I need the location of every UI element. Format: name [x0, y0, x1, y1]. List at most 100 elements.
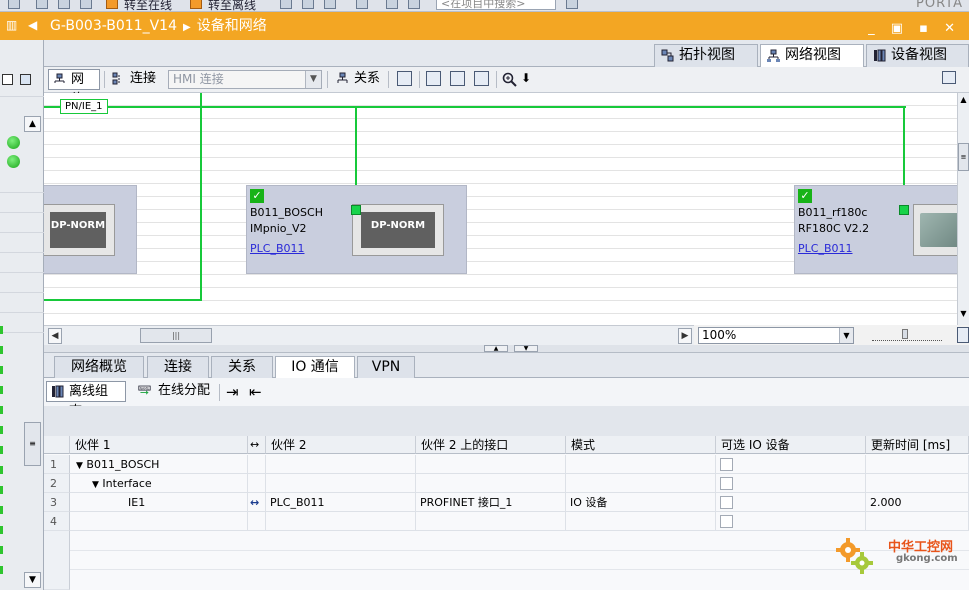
window-controls[interactable]: _ ▣ ▪ ✕: [868, 15, 961, 43]
canvas-horizontal-scrollbar[interactable]: ◀ ||| ▶: [44, 325, 694, 345]
go-offline-icon[interactable]: [190, 0, 202, 9]
tab-relations[interactable]: 关系: [211, 356, 273, 378]
partner2-value[interactable]: [266, 512, 416, 531]
expand-arrow-icon[interactable]: ▼: [76, 461, 83, 471]
chevron-down-icon[interactable]: ▼: [305, 71, 321, 88]
tab-network-view[interactable]: 网络视图: [760, 44, 864, 68]
mode-value[interactable]: [566, 512, 716, 531]
column-view-icon[interactable]: [474, 71, 489, 86]
go-offline-button[interactable]: 转至离线: [208, 0, 256, 11]
tree-scroll-down-icon[interactable]: ▼: [24, 572, 41, 588]
connection-type-select[interactable]: HMI 连接 ▼: [168, 70, 322, 89]
panel-settings-icon[interactable]: [942, 71, 956, 84]
close-project-icon[interactable]: [356, 0, 368, 9]
subnet-label[interactable]: PN/IE_1: [60, 99, 108, 114]
scroll-right-icon[interactable]: ▶: [678, 328, 692, 344]
tab-io-communication[interactable]: IO 通信: [275, 356, 355, 379]
download-arrow-icon[interactable]: ⬇: [521, 71, 531, 85]
collapse-arrow-icon[interactable]: ⇤: [249, 383, 262, 401]
zoom-select[interactable]: 100% ▼: [698, 327, 854, 344]
connect-mode-button[interactable]: 连接: [108, 69, 162, 90]
search-go-icon[interactable]: [566, 0, 578, 9]
interface-value[interactable]: [416, 512, 566, 531]
column-header-update-time[interactable]: 更新时间 [ms]: [866, 436, 969, 454]
table-view-icon[interactable]: [450, 71, 465, 86]
profinet-port[interactable]: [899, 205, 909, 215]
scroll-thumb[interactable]: ≡: [958, 143, 969, 171]
network-canvas[interactable]: PN/IE_1 DP-NORM ✓ B011_BOSCH IMpnio_V2 P…: [44, 93, 957, 325]
compile-icon[interactable]: [280, 0, 292, 9]
upload-icon[interactable]: [324, 0, 336, 9]
go-online-icon[interactable]: [106, 0, 118, 9]
copy-icon[interactable]: [58, 0, 70, 9]
scroll-up-icon[interactable]: ▲: [958, 95, 969, 109]
optional-io-checkbox[interactable]: [720, 496, 733, 509]
save-icon[interactable]: [8, 0, 20, 9]
column-header-interface[interactable]: 伙伴 2 上的接口: [416, 436, 566, 454]
print-icon[interactable]: [36, 0, 48, 9]
download-icon[interactable]: [302, 0, 314, 9]
scroll-thumb[interactable]: |||: [140, 328, 212, 343]
column-header-mode[interactable]: 模式: [566, 436, 716, 454]
splitter-up-icon[interactable]: ▲: [484, 345, 508, 352]
chevron-down-icon[interactable]: ▼: [839, 328, 853, 343]
update-time-value[interactable]: 2.000: [866, 493, 969, 512]
column-header-partner2[interactable]: 伙伴 2: [266, 436, 416, 454]
optional-io-checkbox[interactable]: [720, 477, 733, 490]
split-vertical-icon[interactable]: [408, 0, 420, 9]
tab-network-overview[interactable]: 网络概览: [54, 356, 144, 378]
device-controller-link[interactable]: PLC_B011: [250, 241, 304, 256]
tree-sync-icon[interactable]: [20, 74, 31, 85]
optional-io-checkbox[interactable]: [720, 458, 733, 471]
device-controller-link[interactable]: PLC_B011: [798, 241, 852, 256]
splitter-down-icon[interactable]: ▼: [514, 345, 538, 352]
partner1-value[interactable]: [70, 512, 248, 531]
zoom-icon[interactable]: [502, 72, 518, 88]
table-row[interactable]: ▼ B011_BOSCH: [70, 455, 248, 474]
tab-topology-view[interactable]: 拓扑视图: [654, 44, 758, 67]
panel-toggle-icon[interactable]: ▥: [6, 18, 17, 32]
expand-arrow-icon[interactable]: ▼: [92, 480, 99, 490]
column-header-optional-io[interactable]: 可选 IO 设备: [716, 436, 866, 454]
tab-vpn[interactable]: VPN: [357, 356, 415, 378]
project-search-input[interactable]: <在项目中搜索>: [436, 0, 556, 10]
panel-splitter[interactable]: ▲ ▼: [44, 345, 969, 353]
overview-navigation-icon[interactable]: [957, 327, 969, 343]
interface-value[interactable]: PROFINET 接口_1: [416, 493, 566, 512]
column-header-partner1[interactable]: 伙伴 1: [70, 436, 248, 454]
relation-mode-button[interactable]: 关系: [332, 69, 384, 90]
split-horizontal-icon[interactable]: [386, 0, 398, 9]
online-assign-button[interactable]: NAME 在线分配: [134, 381, 218, 402]
tree-view-icon[interactable]: [2, 74, 13, 85]
zoom-slider-knob[interactable]: [902, 329, 908, 339]
breadcrumb-device[interactable]: G-B003-B011_V14: [50, 18, 177, 34]
profinet-port[interactable]: [351, 205, 361, 215]
tree-scroll-up-icon[interactable]: ▲: [24, 116, 41, 132]
row-number-header: [44, 436, 70, 454]
collapse-arrow-icon[interactable]: ◀: [28, 18, 37, 32]
tab-connections[interactable]: 连接: [147, 356, 209, 378]
go-online-button[interactable]: 转至在线: [124, 0, 172, 11]
partner2-value[interactable]: PLC_B011: [266, 493, 416, 512]
table-row[interactable]: ▼ Interface: [70, 474, 248, 493]
tab-device-view[interactable]: 设备视图: [866, 44, 969, 67]
device-box-b011-bosch[interactable]: ✓ B011_BOSCH IMpnio_V2 PLC_B011 DP-NORM: [246, 185, 467, 274]
tree-scroll-thumb[interactable]: ≡: [24, 422, 41, 466]
partner1-value[interactable]: IE1: [70, 493, 248, 512]
network-mode-button[interactable]: 网络: [48, 69, 100, 107]
paste-icon[interactable]: [80, 0, 92, 9]
subnet-line[interactable]: [44, 106, 906, 108]
scroll-left-icon[interactable]: ◀: [48, 328, 62, 344]
offline-config-button[interactable]: 离线组态: [46, 381, 126, 419]
optional-io-checkbox[interactable]: [720, 515, 733, 528]
name-assign-icon[interactable]: [397, 71, 412, 86]
canvas-vertical-scrollbar[interactable]: ▲ ≡ ▼: [957, 93, 969, 325]
device-box-b011-rf180c[interactable]: ✓ B011_rf180c RF180C V2.2 PLC_B011: [794, 185, 957, 274]
update-time-value[interactable]: [866, 512, 969, 531]
expand-arrow-icon[interactable]: ⇥: [226, 383, 239, 401]
scroll-down-icon[interactable]: ▼: [958, 309, 969, 323]
zoom-slider[interactable]: [872, 329, 942, 341]
show-address-icon[interactable]: [426, 71, 441, 86]
device-box[interactable]: DP-NORM: [44, 185, 137, 274]
mode-value[interactable]: IO 设备: [566, 493, 716, 512]
